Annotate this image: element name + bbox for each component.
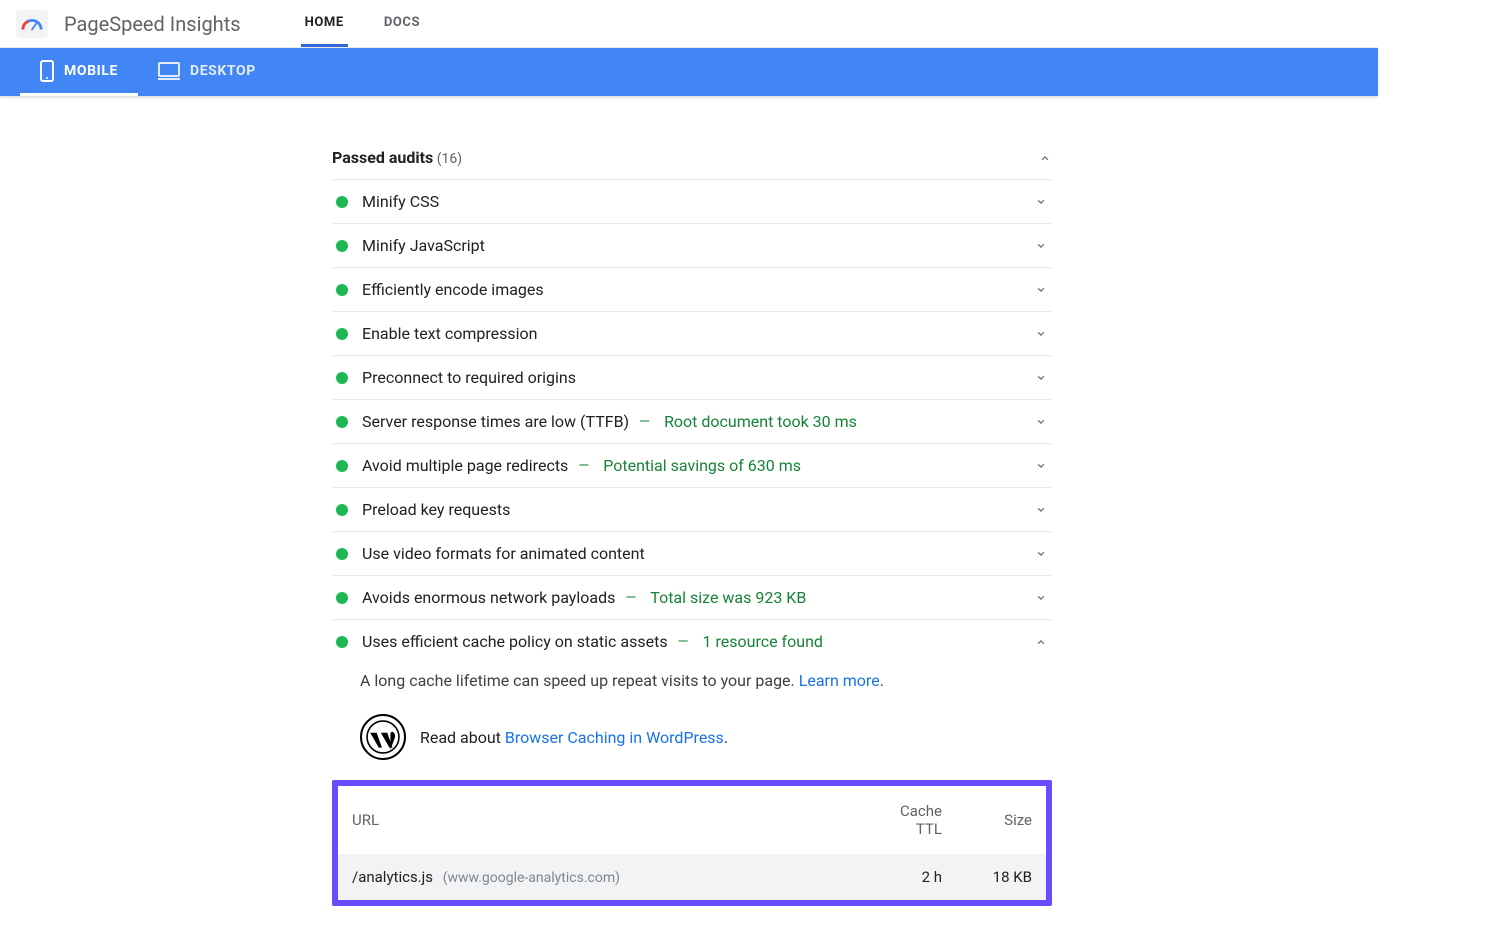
chevron-down-icon (1034, 591, 1048, 605)
highlighted-cache-table: URL Cache TTL Size /analytics.js (www.go… (332, 780, 1052, 906)
chevron-down-icon (1034, 195, 1048, 209)
col-cache-ttl: Cache TTL (866, 786, 956, 854)
audit-row[interactable]: Use video formats for animated content (332, 531, 1052, 575)
pagespeed-icon (21, 15, 43, 33)
audits-list: Minify CSS Minify JavaScript Efficiently e… (332, 179, 1052, 663)
chevron-down-icon (1034, 283, 1048, 297)
status-dot-icon (336, 504, 348, 516)
audit-label: Avoids enormous network payloads (362, 588, 615, 607)
audit-description: A long cache lifetime can speed up repea… (332, 663, 1052, 698)
url-host: (www.google-analytics.com) (443, 870, 620, 886)
detail-separator: — (639, 414, 650, 430)
app-logo (16, 10, 48, 38)
audit-label: Use video formats for animated content (362, 544, 645, 563)
audit-label: Server response times are low (TTFB) (362, 412, 629, 431)
status-dot-icon (336, 284, 348, 296)
table-row: /analytics.js (www.google-analytics.com)… (338, 854, 1046, 900)
audit-detail: Potential savings of 630 ms (603, 456, 801, 475)
chevron-down-icon (1034, 239, 1048, 253)
audit-row[interactable]: Minify JavaScript (332, 223, 1052, 267)
chevron-down-icon (1034, 459, 1048, 473)
tab-label: MOBILE (64, 63, 118, 79)
audit-row[interactable]: Preload key requests (332, 487, 1052, 531)
status-dot-icon (336, 460, 348, 472)
status-dot-icon (336, 372, 348, 384)
audit-label: Uses efficient cache policy on static as… (362, 632, 668, 651)
tab-home[interactable]: HOME (301, 0, 348, 47)
wp-link[interactable]: Browser Caching in WordPress (505, 728, 724, 747)
audit-label: Minify JavaScript (362, 236, 485, 255)
size-value: 18 KB (956, 854, 1046, 900)
audit-row[interactable]: Minify CSS (332, 179, 1052, 223)
device-tabs: MOBILE DESKTOP (0, 48, 1378, 96)
status-dot-icon (336, 592, 348, 604)
nav-tabs: HOME DOCS (301, 0, 425, 47)
learn-more-link[interactable]: Learn more (799, 671, 880, 690)
status-dot-icon (336, 196, 348, 208)
detail-separator: — (625, 590, 636, 606)
description-post: . (880, 671, 884, 690)
col-url: URL (338, 786, 866, 854)
passed-audits-header[interactable]: Passed audits (16) (332, 136, 1052, 179)
desktop-icon (158, 62, 180, 80)
audit-detail: Root document took 30 ms (664, 412, 857, 431)
detail-separator: — (578, 458, 589, 474)
audit-label: Preconnect to required origins (362, 368, 576, 387)
tab-label: HOME (305, 15, 344, 30)
tab-docs[interactable]: DOCS (380, 0, 424, 47)
status-dot-icon (336, 416, 348, 428)
chevron-down-icon (1034, 415, 1048, 429)
app-header: PageSpeed Insights HOME DOCS (0, 0, 1378, 48)
audit-row[interactable]: Server response times are low (TTFB) — Roo… (332, 399, 1052, 443)
audit-label: Enable text compression (362, 324, 537, 343)
tab-mobile[interactable]: MOBILE (20, 48, 138, 96)
audit-row[interactable]: Preconnect to required origins (332, 355, 1052, 399)
chevron-up-icon (1038, 151, 1052, 165)
audit-row[interactable]: Avoids enormous network payloads — Total s… (332, 575, 1052, 619)
audit-row[interactable]: Uses efficient cache policy on static as… (332, 619, 1052, 663)
audit-label: Efficiently encode images (362, 280, 544, 299)
audit-row[interactable]: Efficiently encode images (332, 267, 1052, 311)
audit-row[interactable]: Avoid multiple page redirects — Potential … (332, 443, 1052, 487)
tab-label: DESKTOP (190, 63, 256, 79)
cache-ttl-value: 2 h (866, 854, 956, 900)
status-dot-icon (336, 328, 348, 340)
wordpress-icon (360, 714, 406, 760)
mobile-icon (40, 60, 54, 82)
wp-text-post: . (724, 728, 728, 747)
audit-label: Minify CSS (362, 192, 439, 211)
chevron-down-icon (1034, 371, 1048, 385)
status-dot-icon (336, 548, 348, 560)
wp-text-pre: Read about (420, 728, 505, 747)
section-count: (16) (437, 151, 462, 167)
chevron-down-icon (1034, 547, 1048, 561)
status-dot-icon (336, 636, 348, 648)
wordpress-info: Read about Browser Caching in WordPress. (332, 698, 1052, 780)
chevron-down-icon (1034, 503, 1048, 517)
tab-desktop[interactable]: DESKTOP (138, 48, 276, 96)
url-path: /analytics.js (352, 868, 433, 886)
cache-table: URL Cache TTL Size /analytics.js (www.go… (338, 786, 1046, 900)
description-text: A long cache lifetime can speed up repea… (360, 671, 799, 690)
audit-label: Preload key requests (362, 500, 510, 519)
audit-label: Avoid multiple page redirects (362, 456, 568, 475)
col-size: Size (956, 786, 1046, 854)
chevron-up-icon (1034, 635, 1048, 649)
chevron-down-icon (1034, 327, 1048, 341)
detail-separator: — (678, 634, 689, 650)
main-content: Passed audits (16) Minify CSS Minify Java… (332, 136, 1052, 906)
audit-row[interactable]: Enable text compression (332, 311, 1052, 355)
audit-detail: Total size was 923 KB (650, 588, 806, 607)
app-title: PageSpeed Insights (64, 12, 241, 36)
status-dot-icon (336, 240, 348, 252)
audit-detail: 1 resource found (703, 632, 823, 651)
section-title: Passed audits (332, 148, 433, 167)
tab-label: DOCS (384, 15, 420, 30)
